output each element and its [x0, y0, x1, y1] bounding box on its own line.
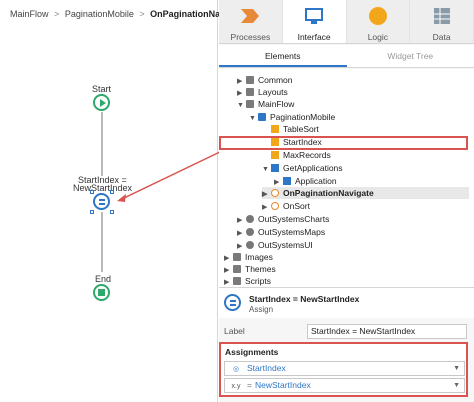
processes-icon	[241, 9, 260, 23]
selection-handle[interactable]	[90, 190, 94, 194]
top-tabs: Processes Interface Logic Data	[219, 0, 474, 44]
tab-widget-tree[interactable]: Widget Tree	[347, 45, 474, 67]
start-node[interactable]	[93, 94, 110, 111]
properties-subtitle: Assign	[249, 305, 274, 314]
action-icon	[271, 189, 279, 197]
tab-interface-label: Interface	[297, 32, 331, 42]
tree-item-outsystemsmaps[interactable]: ▶ OutSystemsMaps	[237, 226, 325, 238]
variable-icon: ◎	[232, 366, 240, 373]
tab-logic[interactable]: Logic	[347, 0, 411, 43]
assign-node[interactable]	[93, 193, 110, 210]
tree-item-themes[interactable]: ▶ Themes	[224, 263, 276, 275]
startindex-highlight	[219, 136, 468, 150]
tab-processes-label: Processes	[230, 32, 271, 42]
selection-handle[interactable]	[90, 210, 94, 214]
tree-item-layouts[interactable]: ▶ Layouts	[237, 86, 288, 98]
folder-icon	[246, 88, 254, 96]
tree-item-mainflow[interactable]: ▼ MainFlow	[237, 98, 294, 110]
tree-item-onpaginationnavigate[interactable]: ▶ OnPaginationNavigate	[262, 187, 469, 199]
properties-header: StartIndex = NewStartIndex Assign	[219, 288, 474, 318]
tab-data[interactable]: Data	[410, 0, 474, 43]
tree-item-common[interactable]: ▶ Common	[237, 74, 292, 86]
folder-icon	[246, 100, 254, 108]
variable-icon	[271, 125, 279, 133]
folder-icon	[233, 265, 241, 273]
tab-processes[interactable]: Processes	[219, 0, 283, 43]
properties-title: StartIndex = NewStartIndex	[249, 294, 360, 304]
tree-item-onsort[interactable]: ▶ OnSort	[262, 200, 310, 212]
breadcrumb-item-mainflow[interactable]: MainFlow	[10, 9, 49, 19]
chevron-down-icon[interactable]: ▼	[453, 362, 460, 375]
label-input[interactable]: StartIndex = NewStartIndex	[307, 324, 467, 339]
flow-connector	[101, 112, 103, 176]
breadcrumb-separator: >	[54, 9, 60, 19]
flow-canvas[interactable]: MainFlow > PaginationMobile > OnPaginati…	[0, 0, 246, 402]
aggregate-icon	[271, 164, 279, 172]
assign-icon	[224, 294, 241, 311]
end-node-label: End	[95, 274, 112, 284]
expression-icon: x.y	[231, 383, 241, 390]
folder-icon	[233, 277, 241, 285]
end-node[interactable]	[93, 284, 110, 301]
label-property-row: Label StartIndex = NewStartIndex	[219, 322, 474, 340]
sub-tabs: Elements Widget Tree	[219, 45, 474, 68]
selection-handle[interactable]	[110, 190, 114, 194]
breadcrumb: MainFlow > PaginationMobile > OnPaginati…	[10, 9, 246, 19]
selection-handle[interactable]	[110, 210, 114, 214]
entity-icon	[283, 177, 291, 185]
tab-elements[interactable]: Elements	[219, 45, 347, 67]
logic-icon	[368, 7, 387, 25]
tab-data-label: Data	[432, 32, 451, 42]
assignment-variable-field[interactable]: ◎ StartIndex ▼	[224, 361, 465, 376]
tree-item-outsystemscharts[interactable]: ▶ OutSystemsCharts	[237, 213, 329, 225]
screen-icon	[258, 113, 266, 121]
tree-item-paginationmobile[interactable]: ▼ PaginationMobile	[249, 111, 335, 123]
variable-icon	[271, 151, 279, 159]
elements-tree: ▶ Common ▶ Layouts ▼ MainFlow ▼ PaginationMo…	[219, 69, 474, 287]
tree-item-maxrecords[interactable]: MaxRecords	[271, 149, 331, 161]
right-panel: Processes Interface Logic Data Elements …	[219, 0, 474, 402]
data-icon	[433, 8, 450, 24]
interface-icon	[305, 8, 324, 24]
tree-item-images[interactable]: ▶ Images	[224, 251, 273, 263]
assign-node-label-line2: NewStartIndex	[73, 183, 133, 193]
tab-interface[interactable]: Interface	[282, 0, 347, 43]
tree-item-application[interactable]: ▶ Application	[274, 175, 337, 187]
folder-icon	[233, 253, 241, 261]
breadcrumb-item-paginationmobile[interactable]: PaginationMobile	[65, 9, 134, 19]
breadcrumb-separator: >	[139, 9, 145, 19]
tree-item-scripts[interactable]: ▶ Scripts	[224, 275, 271, 287]
assignments-section: Assignments ◎ StartIndex ▼ x.y = NewStartIn…	[219, 342, 468, 397]
assignments-title: Assignments	[225, 347, 279, 357]
chevron-down-icon[interactable]: ▼	[453, 379, 460, 392]
start-node-label: Start	[92, 84, 112, 94]
tree-item-tablesort[interactable]: TableSort	[271, 123, 319, 135]
tree-item-outsystemsui[interactable]: ▶ OutSystemsUI	[237, 239, 313, 251]
dependency-icon	[246, 215, 254, 223]
assignment-equals: =	[247, 380, 252, 390]
tab-logic-label: Logic	[367, 32, 389, 42]
flow-connector	[101, 212, 103, 272]
folder-icon	[246, 76, 254, 84]
assignment-value-field[interactable]: x.y = NewStartIndex ▼	[224, 378, 465, 393]
label-property-name: Label	[224, 326, 245, 336]
tree-item-getapplications[interactable]: ▼ GetApplications	[262, 162, 343, 174]
dependency-icon	[246, 241, 254, 249]
action-icon	[271, 202, 279, 210]
dependency-icon	[246, 228, 254, 236]
